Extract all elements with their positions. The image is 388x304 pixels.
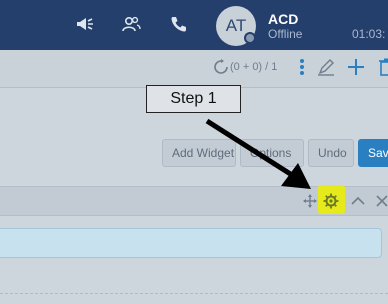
pencil-icon[interactable] [316,56,336,78]
chevron-up-icon[interactable] [348,190,368,212]
undo-button[interactable]: Undo [308,139,354,167]
options-button[interactable]: Options [240,139,304,167]
contacts-icon[interactable] [118,11,144,37]
avatar-initials: AT [225,16,247,35]
gear-icon[interactable] [321,190,341,212]
phone-icon[interactable] [166,11,192,37]
top-bar [0,0,388,50]
user-name: ACD [268,11,299,27]
user-status[interactable]: Offline [268,27,302,41]
move-icon[interactable] [300,190,320,212]
step-label: Step 1 [170,90,217,107]
presence-indicator [244,32,256,44]
refresh-icon[interactable] [212,58,230,76]
save-button[interactable]: Save [358,139,388,167]
step-callout: Step 1 [146,85,241,113]
queue-counter: (0 + 0) / 1 [230,61,278,73]
megaphone-icon[interactable] [72,11,98,37]
add-widget-button[interactable]: Add Widget [162,139,236,167]
clock: 01:03: [352,27,386,41]
dashed-divider [0,293,388,294]
plus-icon[interactable] [346,56,366,78]
more-vertical-icon[interactable] [292,56,312,78]
close-icon[interactable] [372,190,388,212]
trash-icon[interactable] [376,56,388,78]
widget-content-bar[interactable] [0,228,382,258]
